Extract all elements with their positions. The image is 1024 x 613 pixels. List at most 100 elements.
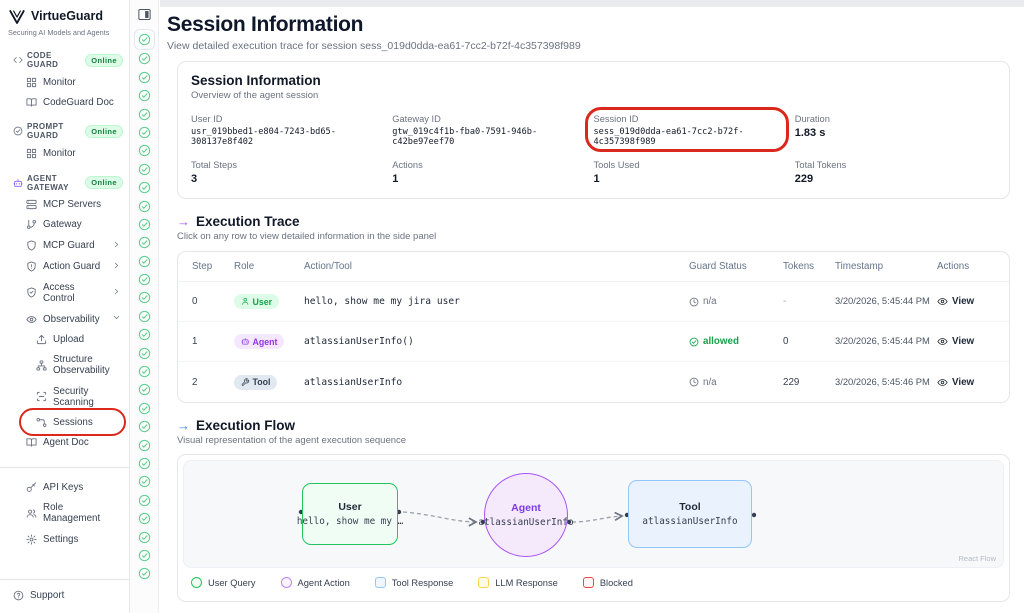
check-circle-icon[interactable]: [138, 181, 151, 194]
role-badge-agent: Agent: [234, 334, 285, 349]
view-button[interactable]: View: [937, 296, 995, 307]
eye-icon: [937, 377, 948, 388]
legend-item-tool-response: Tool Response: [374, 577, 453, 588]
check-circle-icon[interactable]: [138, 108, 151, 121]
check-circle-icon[interactable]: [138, 328, 151, 341]
sidebar-item-support[interactable]: Support: [0, 580, 129, 613]
chevron-right-icon: [112, 240, 121, 252]
trace-row-0[interactable]: 0 User hello, show me my jira user n/a -…: [178, 282, 1009, 322]
check-circle-icon[interactable]: [138, 200, 151, 213]
check-circle-icon[interactable]: [138, 365, 151, 378]
view-button[interactable]: View: [937, 377, 995, 388]
field-label: Total Tokens: [794, 160, 847, 170]
role-label: Agent: [252, 336, 278, 347]
column-header: Actions: [937, 261, 970, 272]
check-circle-icon[interactable]: [138, 310, 151, 323]
check-circle-icon[interactable]: [138, 218, 151, 231]
sidebar-item-api-keys[interactable]: API Keys: [0, 478, 129, 498]
view-button[interactable]: View: [937, 336, 995, 347]
sidebar-item-action-guard[interactable]: Action Guard: [0, 256, 129, 277]
check-circle-icon[interactable]: [138, 402, 151, 415]
check-circle-icon[interactable]: [138, 71, 151, 84]
check-circle-icon[interactable]: [138, 163, 151, 176]
sidebar-item-label: Settings: [43, 533, 79, 545]
sidebar-item-agent-doc[interactable]: Agent Doc: [0, 432, 129, 452]
sidebar-item-sessions[interactable]: Sessions: [0, 408, 129, 437]
sidebar-item-monitor-prompt[interactable]: Monitor: [0, 143, 129, 163]
check-circle-icon[interactable]: [138, 255, 151, 268]
section-subtitle: Visual representation of the agent execu…: [177, 435, 407, 446]
field-label: Tools Used: [593, 160, 640, 170]
legend-swatch-circle: [191, 577, 202, 588]
sidebar-item-structure-observability[interactable]: Structure Observability: [0, 350, 129, 381]
sidebar-item-access-control[interactable]: Access Control: [0, 277, 129, 308]
sidebar-item-security-scanning[interactable]: Security Scanning: [0, 381, 129, 412]
check-circle-icon[interactable]: [138, 144, 151, 157]
arrow-icon: →: [177, 418, 190, 433]
sidebar-item-label: Gateway: [43, 219, 82, 231]
field-value: 3: [191, 173, 198, 185]
check-circle-icon[interactable]: [138, 89, 151, 102]
check-circle-icon[interactable]: [138, 126, 151, 139]
sidebar-item-label: Monitor: [43, 76, 76, 88]
legend-swatch-square: [374, 577, 386, 588]
check-circle-icon[interactable]: [138, 52, 151, 65]
check-circle-icon[interactable]: [138, 291, 151, 304]
sidebar-item-gateway[interactable]: Gateway: [0, 215, 129, 235]
sidebar-item-mcp-servers[interactable]: MCP Servers: [0, 195, 129, 215]
check-circle-icon[interactable]: [138, 420, 151, 433]
sidebar-item-codeguard-doc[interactable]: CodeGuard Doc: [0, 92, 129, 112]
group-label: AGENT GATEWAY: [27, 173, 69, 192]
trace-row-1[interactable]: 1 Agent atlassianUserInfo() allowed 0 3/…: [178, 322, 1009, 362]
role-label: User: [252, 296, 273, 307]
sidebar-item-label: Structure Observability: [53, 354, 110, 377]
card-subtitle: Overview of the agent session: [191, 90, 319, 101]
check-circle-icon[interactable]: [138, 512, 151, 525]
chevron-right-icon: [112, 287, 121, 299]
view-label: View: [952, 336, 975, 347]
group-label: CODE GUARD: [27, 51, 59, 69]
sidebar-item-settings[interactable]: Settings: [0, 529, 129, 549]
flow-node-agent[interactable]: Agent atlassianUserInfo: [478, 473, 574, 557]
check-circle-icon[interactable]: [138, 439, 151, 452]
trace-row-2[interactable]: 2 Tool atlassianUserInfo n/a 229 3/20/20…: [178, 362, 1009, 402]
check-circle-icon[interactable]: [138, 273, 151, 286]
flow-node-user[interactable]: User hello, show me my …: [297, 483, 403, 545]
check-circle-icon[interactable]: [138, 531, 151, 544]
status-badge: Online: [85, 53, 123, 67]
check-circle-icon[interactable]: [138, 383, 151, 396]
hierarchy-icon: [36, 360, 47, 371]
check-circle-icon[interactable]: [138, 494, 151, 507]
check-circle-icon[interactable]: [138, 475, 151, 488]
check-circle-icon[interactable]: [138, 567, 151, 580]
status-badge: Online: [85, 124, 123, 138]
check-circle-icon[interactable]: [138, 347, 151, 360]
check-circle-icon[interactable]: [138, 236, 151, 249]
sidebar-item-upload[interactable]: Upload: [0, 330, 129, 350]
check-circle-icon[interactable]: [133, 29, 155, 50]
check-circle-icon[interactable]: [138, 549, 151, 562]
guard-status-cell: n/a: [689, 296, 783, 307]
status-rail-checks: [133, 29, 155, 580]
node-title: User: [338, 501, 362, 513]
dashboard-icon: [26, 148, 37, 159]
session-fields: User ID usr_019bbed1-e804-7243-bd65-3081…: [191, 107, 996, 185]
dashboard-icon: [26, 77, 37, 88]
sidebar-item-label: Monitor: [43, 147, 76, 159]
page-subtitle: View detailed execution trace for sessio…: [167, 40, 581, 52]
sidebar-item-mcp-guard[interactable]: MCP Guard: [0, 235, 129, 256]
column-header: Role: [234, 261, 255, 272]
upload-icon: [36, 334, 47, 345]
legend-swatch-circle: [280, 577, 292, 588]
flow-node-tool[interactable]: Tool atlassianUserInfo: [628, 480, 752, 548]
flow-canvas[interactable]: User hello, show me my … Agent atlassian…: [183, 460, 1004, 568]
shield-alert-icon: [26, 261, 37, 272]
brand-name: VirtueGuard: [31, 9, 104, 23]
panel-toggle-button[interactable]: [137, 7, 152, 22]
tokens-cell: 0: [783, 336, 789, 347]
sidebar-item-observability[interactable]: Observability: [0, 309, 129, 330]
sidebar-item-role-management[interactable]: Role Management: [0, 498, 129, 529]
check-circle-icon[interactable]: [138, 457, 151, 470]
sidebar-item-monitor-code[interactable]: Monitor: [0, 72, 129, 92]
section-title: Execution Trace: [196, 214, 300, 229]
